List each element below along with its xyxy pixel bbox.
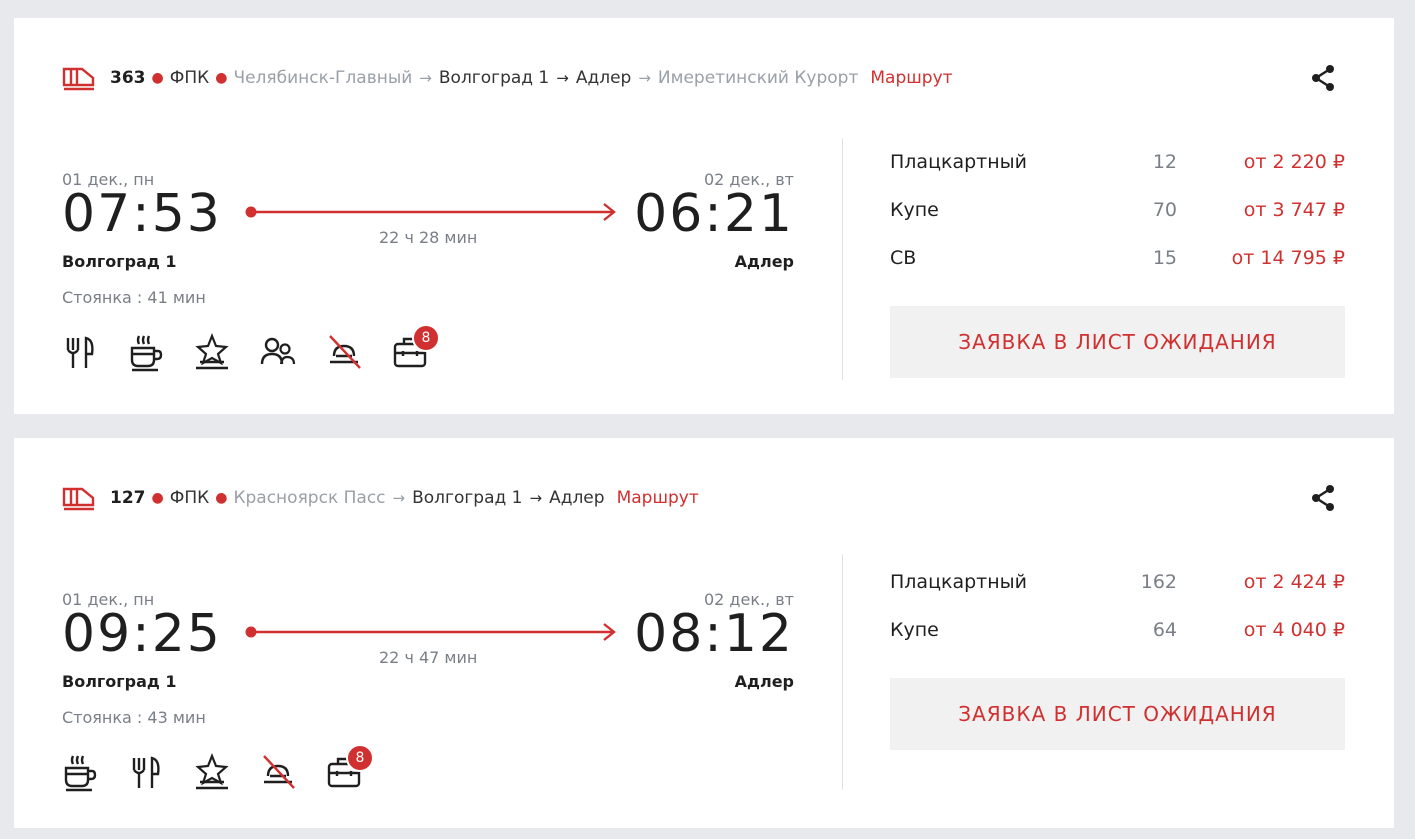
train-header: 127 ● ФПК ● Красноярск Пасс → Волгоград … bbox=[62, 485, 1334, 511]
departure-station: Волгоград 1 bbox=[62, 672, 177, 691]
carrier: ФПК bbox=[169, 68, 210, 88]
star-service-icon[interactable] bbox=[194, 332, 230, 372]
journey-line bbox=[245, 623, 616, 641]
seat-class-row[interactable]: СВ 15 от 14 795 ₽ bbox=[890, 234, 1345, 282]
train-icon bbox=[62, 485, 96, 511]
departure-time: 07:53 bbox=[62, 184, 222, 244]
arrival-time: 08:12 bbox=[634, 604, 794, 664]
class-price: от 2 424 ₽ bbox=[1243, 571, 1345, 593]
journey-line bbox=[245, 203, 616, 221]
arrow-right-icon: → bbox=[638, 69, 651, 87]
class-name: Купе bbox=[890, 619, 939, 641]
divider bbox=[842, 138, 843, 380]
luggage-badge: 8 bbox=[412, 324, 440, 352]
coffee-icon[interactable] bbox=[128, 332, 164, 372]
carrier: ФПК bbox=[169, 488, 210, 508]
seat-class-row[interactable]: Купе 70 от 3 747 ₽ bbox=[890, 186, 1345, 234]
share-icon[interactable] bbox=[1310, 64, 1336, 92]
seat-classes: Плацкартный 12 от 2 220 ₽ Купе 70 от 3 7… bbox=[890, 138, 1345, 282]
route-station: Красноярск Пасс bbox=[233, 488, 386, 508]
coffee-icon[interactable] bbox=[62, 752, 98, 792]
separator-dot: ● bbox=[215, 490, 228, 506]
waitlist-button[interactable]: ЗАЯВКА В ЛИСТ ОЖИДАНИЯ bbox=[890, 678, 1345, 750]
seats-count: 162 bbox=[1140, 571, 1177, 593]
train-number: 127 bbox=[110, 488, 146, 508]
travel-duration: 22 ч 28 мин bbox=[379, 228, 478, 247]
arrow-right-icon: → bbox=[419, 69, 432, 87]
stop-duration: Стоянка : 43 мин bbox=[62, 708, 206, 727]
seat-class-row[interactable]: Плацкартный 162 от 2 424 ₽ bbox=[890, 558, 1345, 606]
waitlist-button[interactable]: ЗАЯВКА В ЛИСТ ОЖИДАНИЯ bbox=[890, 306, 1345, 378]
class-name: СВ bbox=[890, 247, 917, 269]
seats-count: 70 bbox=[1152, 199, 1177, 221]
seat-classes: Плацкартный 162 от 2 424 ₽ Купе 64 от 4 … bbox=[890, 558, 1345, 654]
route-station: Волгоград 1 bbox=[412, 488, 523, 508]
train-number: 363 bbox=[110, 68, 146, 88]
train-header: 363 ● ФПК ● Челябинск-Главный → Волгогра… bbox=[62, 65, 1334, 91]
luggage-icon[interactable]: 8 bbox=[326, 744, 374, 792]
route-station: Адлер bbox=[549, 488, 605, 508]
class-price: от 3 747 ₽ bbox=[1243, 199, 1345, 221]
arrival-time: 06:21 bbox=[634, 184, 794, 244]
restaurant-icon[interactable] bbox=[62, 332, 98, 372]
separator-dot: ● bbox=[151, 70, 164, 86]
class-name: Плацкартный bbox=[890, 151, 1028, 173]
route-link[interactable]: Маршрут bbox=[870, 68, 952, 88]
divider bbox=[842, 554, 843, 790]
stop-duration: Стоянка : 41 мин bbox=[62, 288, 206, 307]
departure-time: 09:25 bbox=[62, 604, 222, 664]
class-name: Плацкартный bbox=[890, 571, 1028, 593]
class-price: от 14 795 ₽ bbox=[1231, 247, 1345, 269]
passengers-icon[interactable] bbox=[260, 332, 296, 372]
arrow-right-icon: → bbox=[529, 489, 543, 507]
route-link[interactable]: Маршрут bbox=[617, 488, 699, 508]
star-service-icon[interactable] bbox=[194, 752, 230, 792]
separator-dot: ● bbox=[215, 70, 228, 86]
class-price: от 2 220 ₽ bbox=[1243, 151, 1345, 173]
train-card: 127 ● ФПК ● Красноярск Пасс → Волгоград … bbox=[14, 438, 1394, 828]
no-pets-icon[interactable] bbox=[326, 332, 362, 372]
arrow-right-icon: → bbox=[556, 69, 569, 87]
amenities: 8 bbox=[62, 744, 374, 792]
departure-station: Волгоград 1 bbox=[62, 252, 177, 271]
no-pets-icon[interactable] bbox=[260, 752, 296, 792]
share-icon[interactable] bbox=[1310, 484, 1336, 512]
route-station: Имеретинский Курорт bbox=[657, 68, 859, 88]
train-card: 363 ● ФПК ● Челябинск-Главный → Волгогра… bbox=[14, 18, 1394, 414]
class-name: Купе bbox=[890, 199, 939, 221]
arrow-right-icon: → bbox=[392, 489, 406, 507]
seats-count: 64 bbox=[1152, 619, 1177, 641]
arrival-station: Адлер bbox=[734, 252, 794, 271]
seat-class-row[interactable]: Купе 64 от 4 040 ₽ bbox=[890, 606, 1345, 654]
seats-count: 15 bbox=[1152, 247, 1177, 269]
seat-class-row[interactable]: Плацкартный 12 от 2 220 ₽ bbox=[890, 138, 1345, 186]
restaurant-icon[interactable] bbox=[128, 752, 164, 792]
amenities: 8 bbox=[62, 324, 440, 372]
travel-duration: 22 ч 47 мин bbox=[379, 648, 478, 667]
route-station: Челябинск-Главный bbox=[233, 68, 413, 88]
luggage-badge: 8 bbox=[346, 744, 374, 772]
class-price: от 4 040 ₽ bbox=[1243, 619, 1345, 641]
arrival-station: Адлер bbox=[734, 672, 794, 691]
separator-dot: ● bbox=[151, 490, 164, 506]
train-icon bbox=[62, 65, 96, 91]
seats-count: 12 bbox=[1152, 151, 1177, 173]
luggage-icon[interactable]: 8 bbox=[392, 324, 440, 372]
route-station: Адлер bbox=[575, 68, 632, 88]
route-station: Волгоград 1 bbox=[438, 68, 550, 88]
